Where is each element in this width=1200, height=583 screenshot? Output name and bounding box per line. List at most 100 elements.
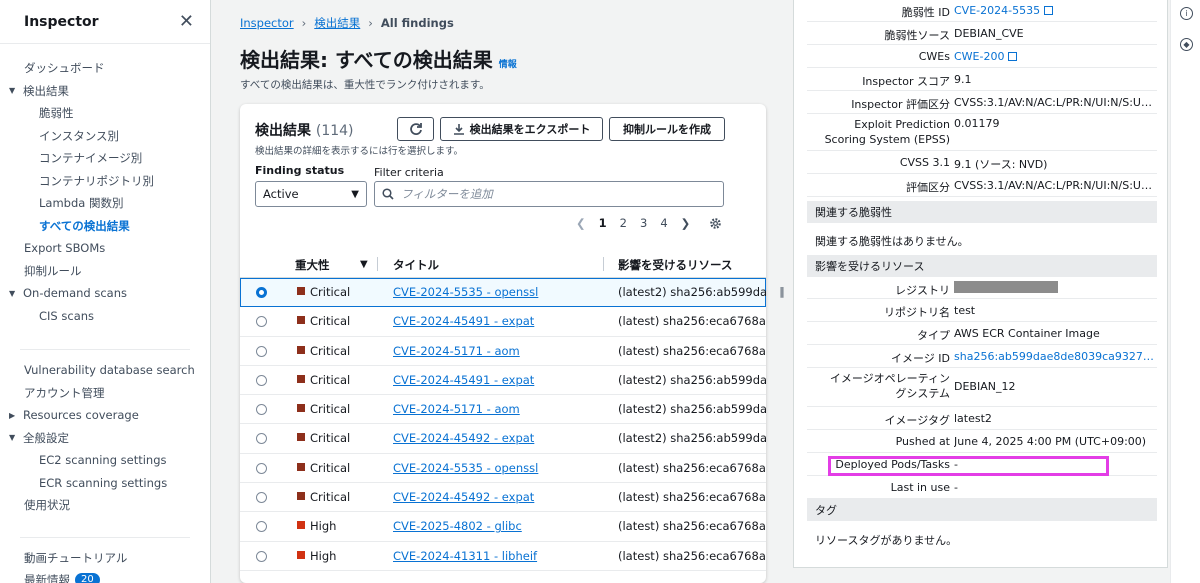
detail-link[interactable]: CWE-200 — [954, 50, 1004, 63]
finding-status-select[interactable]: Active ▼ — [255, 181, 367, 207]
finding-title-link[interactable]: CVE-2024-45492 - expat — [393, 431, 534, 445]
image-id-link[interactable]: sha256:ab599dae8de8039ca93276605... — [954, 350, 1154, 363]
sidebar-item-items-5[interactable]: コンテナリポジトリ別 — [0, 170, 210, 193]
sidebar-item-news[interactable]: 最新情報 20 — [0, 569, 210, 583]
table-row[interactable]: Critical CVE-2024-45492 - expat (latest) s… — [240, 483, 766, 513]
sidebar-item-items-1[interactable]: ▼ 検出結果 — [0, 80, 210, 103]
row-select-radio[interactable] — [256, 521, 267, 533]
sidebar-item-items2-0[interactable]: Vulnerability database search — [0, 359, 210, 382]
table-row[interactable]: High CVE-2024-41311 - libheif (latest) sha… — [240, 542, 766, 571]
finding-title-link[interactable]: CVE-2024-5535 - openssl — [393, 461, 538, 475]
split-panel-handle[interactable]: ‖ — [771, 0, 793, 583]
sidebar-item-items-9[interactable]: 抑制ルール — [0, 260, 210, 283]
row-select-radio[interactable] — [256, 374, 267, 386]
row-select-radio[interactable] — [256, 462, 267, 474]
compass-icon[interactable]: ◆ — [1180, 38, 1193, 51]
sidebar-item-items-4[interactable]: コンテナイメージ別 — [0, 147, 210, 170]
detail-row: 評価区分 CVSS:3.1/AV:N/AC:L/PR:N/UI:N/S:U/C:H… — [807, 174, 1157, 197]
sidebar-item-items3-0[interactable]: 動画チュートリアル — [0, 547, 210, 570]
table-row[interactable]: Critical CVE-2024-5171 - aom (latest2) sha… — [240, 395, 766, 425]
column-severity[interactable]: 重大性 — [295, 257, 330, 273]
finding-title-link[interactable]: CVE-2025-4802 - glibc — [393, 519, 522, 533]
sidebar-item-items-0[interactable]: ダッシュボード — [0, 57, 210, 80]
create-suppression-rule-button[interactable]: 抑制ルールを作成 — [609, 117, 725, 141]
sidebar-item-label: 動画チュートリアル — [24, 550, 128, 565]
detail-key: Exploit Prediction Scoring System (EPSS) — [824, 118, 950, 146]
info-link[interactable]: 情報 — [499, 57, 517, 70]
page-3[interactable]: 3 — [640, 216, 647, 230]
highlight-annotation-box — [828, 456, 1109, 476]
sidebar-item-items-8[interactable]: Export SBOMs — [0, 237, 210, 260]
detail-key: イメージ ID — [891, 352, 950, 365]
sidebar-item-items2-3[interactable]: ▼ 全般設定 — [0, 427, 210, 450]
detail-value-link[interactable]: CWE-200 — [954, 50, 1154, 63]
nav-divider — [20, 349, 190, 350]
settings-gear-icon[interactable] — [709, 217, 722, 230]
detail-row: イメージオペレーティングシステム DEBIAN_12 — [807, 368, 1157, 407]
external-link-icon[interactable] — [1008, 52, 1018, 61]
finding-title-link[interactable]: CVE-2024-5171 - aom — [393, 402, 520, 416]
side-navigation: Inspector ✕ ダッシュボード ▼ 検出結果 脆弱性 インスタンス別 コンテナイメ… — [0, 0, 211, 583]
finding-title-link[interactable]: CVE-2024-45492 - expat — [393, 490, 534, 504]
finding-title-link[interactable]: CVE-2024-45491 - expat — [393, 314, 534, 328]
previous-page-icon[interactable]: ❮ — [576, 216, 586, 230]
sidebar-item-items2-6[interactable]: 使用状況 — [0, 494, 210, 517]
close-icon[interactable]: ✕ — [179, 11, 194, 32]
table-row[interactable]: High CVE-2025-4802 - glibc (latest) sha256… — [240, 512, 766, 542]
sidebar-item-items-7[interactable]: すべての検出結果 — [0, 215, 210, 238]
finding-title-link[interactable]: CVE-2024-5171 - aom — [393, 344, 520, 358]
page-2[interactable]: 2 — [620, 216, 627, 230]
row-select-radio[interactable] — [256, 316, 267, 328]
finding-title-link[interactable]: CVE-2024-5535 - openssl — [393, 285, 538, 299]
export-findings-button[interactable]: 検出結果をエクスポート — [440, 117, 603, 141]
sidebar-item-items2-2[interactable]: ▶ Resources coverage — [0, 404, 210, 427]
column-affected-resource[interactable]: 影響を受けるリソース — [618, 257, 732, 273]
column-title[interactable]: タイトル — [393, 257, 439, 273]
table-row[interactable]: Critical CVE-2024-45492 - expat (latest2) … — [240, 424, 766, 454]
caret-down-icon[interactable]: ▼ — [9, 433, 23, 442]
caret-down-icon[interactable]: ▼ — [9, 86, 23, 95]
sidebar-item-items-6[interactable]: Lambda 関数別 — [0, 192, 210, 215]
next-page-icon[interactable]: ❯ — [681, 216, 691, 230]
sidebar-item-label: アカウント管理 — [24, 385, 105, 400]
page-description: すべての検出結果は、重大性でランク付けされます。 — [240, 79, 490, 91]
breadcrumb-inspector[interactable]: Inspector — [240, 16, 294, 30]
sidebar-item-items-10[interactable]: ▼ On-demand scans — [0, 282, 210, 305]
table-row[interactable]: Critical CVE-2024-45491 - expat (latest2) … — [240, 366, 766, 396]
sidebar-item-items-11[interactable]: CIS scans — [0, 305, 210, 328]
side-nav-title[interactable]: Inspector — [24, 14, 99, 30]
sidebar-item-items2-5[interactable]: ECR scanning settings — [0, 472, 210, 495]
severity-indicator-icon — [297, 345, 305, 354]
filter-input[interactable]: フィルターを追加 — [374, 181, 724, 207]
sidebar-item-items-2[interactable]: 脆弱性 — [0, 102, 210, 125]
page-1[interactable]: 1 — [599, 216, 607, 230]
drag-handle-icon[interactable]: ‖ — [779, 285, 785, 298]
finding-title-link[interactable]: CVE-2024-41311 - libheif — [393, 549, 537, 563]
sort-desc-icon[interactable]: ▼ — [360, 259, 368, 270]
detail-link[interactable]: CVE-2024-5535 — [954, 4, 1040, 17]
page-4[interactable]: 4 — [660, 216, 667, 230]
sidebar-item-items2-1[interactable]: アカウント管理 — [0, 382, 210, 405]
breadcrumb-findings[interactable]: 検出結果 — [314, 15, 360, 31]
detail-key: 脆弱性 ID — [901, 6, 950, 19]
info-circle-icon[interactable]: i — [1180, 7, 1193, 20]
table-row[interactable]: Critical CVE-2024-5535 - openssl (latest2)… — [240, 278, 766, 308]
table-row[interactable]: Critical CVE-2024-5535 - openssl (latest) … — [240, 454, 766, 484]
row-select-radio[interactable] — [256, 345, 267, 357]
external-link-icon[interactable] — [1044, 6, 1054, 15]
caret-right-icon[interactable]: ▶ — [9, 411, 23, 420]
detail-value-link[interactable]: CVE-2024-5535 — [954, 4, 1154, 17]
table-row[interactable]: Critical CVE-2024-5171 - aom (latest) sha2… — [240, 337, 766, 366]
sidebar-item-items2-4[interactable]: EC2 scanning settings — [0, 449, 210, 472]
row-select-radio[interactable] — [256, 433, 267, 445]
sidebar-item-items-3[interactable]: インスタンス別 — [0, 125, 210, 148]
refresh-button[interactable] — [397, 117, 434, 141]
row-select-radio[interactable] — [256, 550, 267, 562]
finding-title-link[interactable]: CVE-2024-45491 - expat — [393, 373, 534, 387]
row-select-radio[interactable] — [256, 287, 267, 298]
table-row[interactable]: Critical CVE-2024-45491 - expat (latest) s… — [240, 307, 766, 337]
detail-row: Last in use - — [807, 476, 1157, 499]
row-select-radio[interactable] — [256, 404, 267, 416]
caret-down-icon[interactable]: ▼ — [9, 289, 23, 298]
row-select-radio[interactable] — [256, 492, 267, 504]
